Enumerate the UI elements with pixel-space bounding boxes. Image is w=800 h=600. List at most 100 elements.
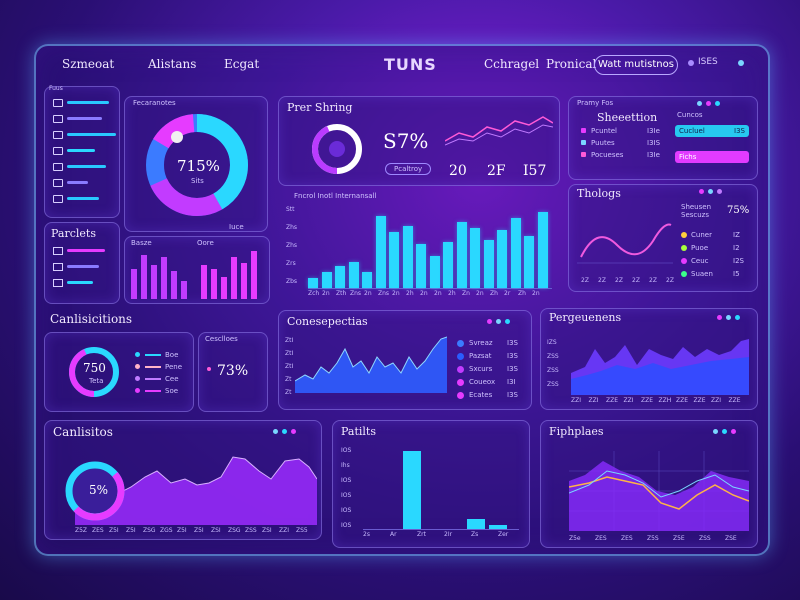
donut-panel-title: Fecaranotes xyxy=(133,99,176,107)
trend-legend-label: Puoe xyxy=(691,244,709,252)
sidebar-item-icon[interactable] xyxy=(53,163,63,171)
sidebar-item-bar[interactable] xyxy=(67,181,88,184)
profile-row-value: I3IS xyxy=(647,139,661,147)
revenue-gauge xyxy=(312,124,362,174)
perf-x-label: ZZI xyxy=(623,397,634,404)
profile-side-title: Cuncos xyxy=(677,111,703,119)
mini-bars-right-label: Oore xyxy=(197,239,214,247)
big-bar xyxy=(510,218,521,288)
big-bar xyxy=(443,242,453,288)
comp-y-label: ZtI xyxy=(285,363,294,370)
mini-button[interactable]: ISES xyxy=(698,57,718,67)
primary-button[interactable]: Watt mutistnos xyxy=(594,55,678,75)
big-bar-x-label: 2h xyxy=(406,290,414,297)
big-bar-x-label: 2n xyxy=(364,290,372,297)
profile-pill-2[interactable]: Fichs xyxy=(675,151,749,163)
conditions-title: Canlisicitions xyxy=(50,312,133,326)
trend-legend-dot-icon xyxy=(681,271,687,277)
perf-title: Pergeuenens xyxy=(549,311,622,324)
sidebar-item-icon[interactable] xyxy=(53,99,63,107)
phases-dots xyxy=(713,429,736,434)
percent-card: Cesclloes 73% xyxy=(198,332,268,412)
nav-item-1[interactable]: Szmeoat xyxy=(62,57,114,71)
comp-legend-dot-icon xyxy=(457,340,464,347)
purple-y-label: IOS xyxy=(341,477,352,484)
purple-x-label: Zs xyxy=(471,531,479,538)
parclet-icon xyxy=(53,279,63,287)
sidebar-item-icon[interactable] xyxy=(53,179,63,187)
nav-item-4[interactable]: Cchragel xyxy=(484,57,539,71)
perf-chart xyxy=(571,339,749,395)
profile-row-icon xyxy=(581,128,586,133)
sidebar-item-bar[interactable] xyxy=(67,165,106,168)
donut-sub: Sits xyxy=(191,177,204,185)
trend-legend-label: Suaen xyxy=(691,270,713,278)
profile-pill-1-value: I3S xyxy=(734,127,745,135)
profile-row-label: Pcuntel xyxy=(591,127,617,135)
cal-x-label: ZES xyxy=(92,527,104,534)
nav-item-2[interactable]: Alistans xyxy=(148,57,196,71)
comp-dots xyxy=(487,319,510,324)
big-bar-y-label: Zrs xyxy=(286,260,296,267)
sidebar-item-icon[interactable] xyxy=(53,115,63,123)
big-bar-x-label: Zch xyxy=(308,290,320,297)
comp-legend-label: Svreaz xyxy=(469,339,493,347)
cal-x-label: ZSG xyxy=(228,527,241,534)
phases-chart xyxy=(569,451,749,531)
trend-pct: 75% xyxy=(727,205,750,216)
sidebar-item-icon[interactable] xyxy=(53,147,63,155)
revenue-button[interactable]: Pcaltroy xyxy=(385,163,432,175)
perf-x-label: ZZE xyxy=(641,397,654,404)
mini-bar xyxy=(241,263,247,299)
trend-legend-dot-icon xyxy=(681,245,687,251)
sidebar-item-icon[interactable] xyxy=(53,131,63,139)
sidebar-item-bar[interactable] xyxy=(67,197,99,200)
comp-legend-value: I3I xyxy=(507,378,516,386)
comp-panel: Conesepectias ZtI ZtI ZtI Zt Zt Svreaz I3S Paz… xyxy=(278,310,532,410)
comp-legend-dot-icon xyxy=(457,353,464,360)
sidebar-item-bar[interactable] xyxy=(67,133,116,136)
parclets-title: Parclets xyxy=(51,227,96,240)
settings-icon[interactable] xyxy=(738,60,744,66)
comp-legend-value: I3S xyxy=(507,352,518,360)
mini-bars-panel: Basze Oore xyxy=(124,236,270,304)
comp-legend-label: Sxcurs xyxy=(469,365,493,373)
comp-legend-dot-icon xyxy=(457,392,464,399)
big-bar-y-label: Zhs xyxy=(286,224,298,231)
big-bar xyxy=(362,272,372,288)
trend-panel: Thologs 2Z 2Z 2Z 2Z 2Z 2Z Sheusen Sescuzs 75%… xyxy=(568,184,758,292)
mini-bar xyxy=(251,251,257,299)
big-bar-x-label: 2n xyxy=(532,290,540,297)
big-bar-x-label: Zh xyxy=(490,290,498,297)
sidebar-item-bar[interactable] xyxy=(67,149,95,152)
purple-title: Patilts xyxy=(341,425,376,438)
sidebar-item-bar[interactable] xyxy=(67,101,109,104)
perf-y-label: ZSS xyxy=(547,381,559,388)
big-bar xyxy=(429,256,440,288)
comp-legend-label: Coueox xyxy=(469,378,496,386)
big-bar-y-label: Zbs xyxy=(286,278,298,285)
comp-y-label: Zt xyxy=(285,389,292,396)
comp-y-label: ZtI xyxy=(285,350,294,357)
nav-item-3[interactable]: Ecgat xyxy=(224,57,259,71)
conditions-legend-label: Pene xyxy=(165,363,183,371)
donut-panel: Fecaranotes 715% Sits Iuce xyxy=(124,96,268,232)
perf-dots xyxy=(717,315,740,320)
purple-bars-area xyxy=(363,447,519,530)
profile-dots xyxy=(697,101,720,106)
purple-y-label: IOS xyxy=(341,507,352,514)
perf-x-label: ZZI xyxy=(711,397,721,404)
big-bar xyxy=(483,240,494,288)
trend-legend-label: Cuner xyxy=(691,231,712,239)
percent-card-title: Cesclloes xyxy=(205,335,238,343)
nav-item-5[interactable]: Pronical xyxy=(546,57,596,71)
sidebar-item-icon[interactable] xyxy=(53,195,63,203)
parclet-bar xyxy=(67,281,93,284)
purple-x-label: Ar xyxy=(390,531,397,538)
sidebar-item-bar[interactable] xyxy=(67,117,102,120)
profile-title: Pramy Fos xyxy=(577,99,614,107)
big-bar xyxy=(389,232,399,288)
profile-pill-1[interactable]: Cucluel I3S xyxy=(675,125,749,137)
profile-row-value: I3Ie xyxy=(647,151,660,159)
mini-bar xyxy=(221,277,227,299)
